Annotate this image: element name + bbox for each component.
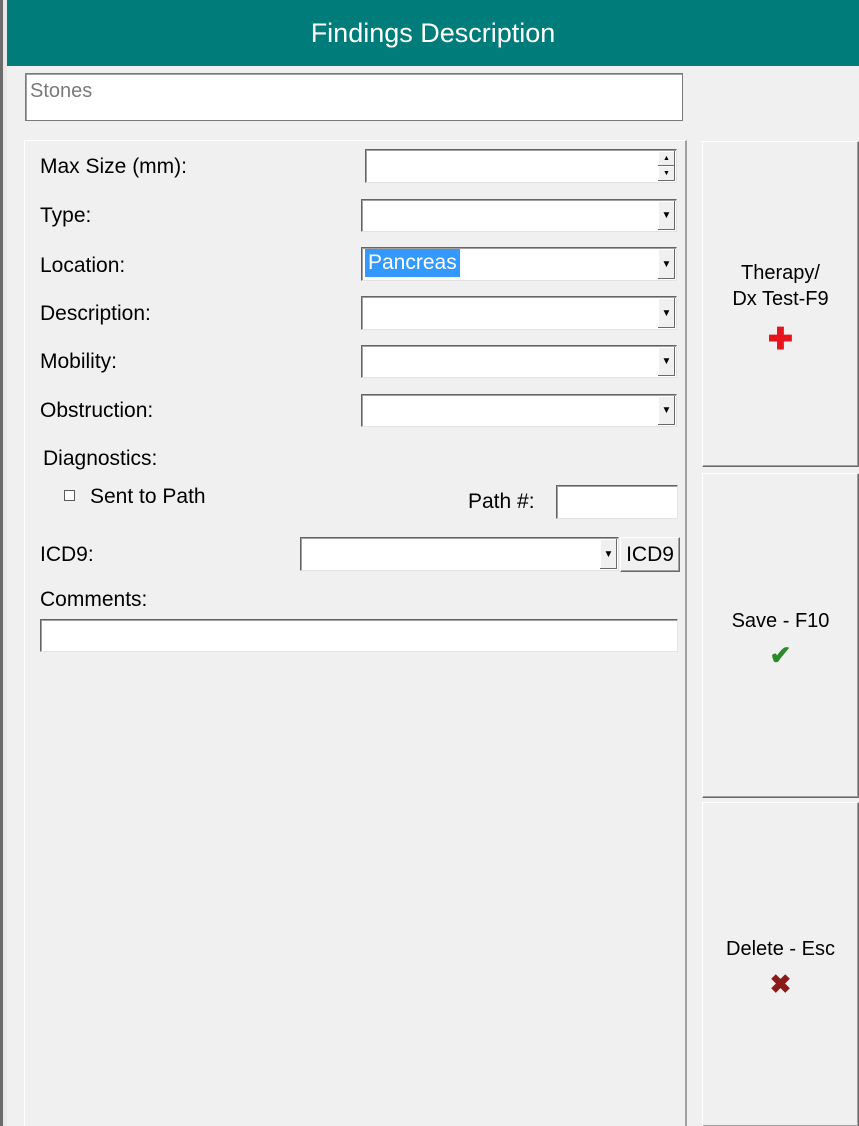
window-title: Findings Description [310,17,556,48]
spin-up-icon[interactable]: ▲ [658,151,675,166]
icd9-lookup-button[interactable]: ICD9 [620,537,680,572]
finding-name-text: Stones [30,80,93,102]
location-dropdown[interactable]: Pancreas ▼ [361,247,677,281]
path-number-label: Path #: [468,490,535,513]
chevron-down-icon[interactable]: ▼ [657,249,675,279]
obstruction-dropdown[interactable]: ▼ [361,394,677,427]
icd9-button-label: ICD9 [626,542,674,566]
comments-label: Comments: [40,588,148,611]
chevron-down-icon[interactable]: ▼ [599,539,617,569]
location-label: Location: [40,254,126,277]
description-label: Description: [40,302,151,325]
findings-form-panel: Max Size (mm): ▲ ▼ Type: ▼ Location: Pan… [24,140,687,1126]
chevron-down-icon[interactable]: ▼ [657,396,675,425]
therapy-line1: Therapy/ [741,262,820,284]
title-bar: Findings Description [7,0,859,66]
chevron-down-icon[interactable]: ▼ [657,347,675,376]
therapy-line2: Dx Test-F9 [732,288,829,310]
description-dropdown[interactable]: ▼ [361,296,677,330]
chevron-down-icon[interactable]: ▼ [657,201,675,230]
path-number-input[interactable] [556,485,678,519]
max-size-label: Max Size (mm): [40,155,187,178]
therapy-dx-test-button[interactable]: Therapy/ Dx Test-F9 ✚ [702,141,859,467]
checkmark-icon: ✔ [769,640,792,670]
delete-button[interactable]: Delete - Esc ✖ [702,802,859,1126]
obstruction-label: Obstruction: [40,399,154,422]
sent-to-path-label[interactable]: Sent to Path [90,485,206,509]
spin-down-icon[interactable]: ▼ [658,166,675,181]
max-size-spinner[interactable]: ▲ ▼ [365,149,677,183]
save-label: Save - F10 [731,610,830,632]
red-cross-icon: ✚ [767,323,794,356]
max-size-spin-buttons: ▲ ▼ [658,151,675,181]
icd9-dropdown[interactable]: ▼ [300,537,619,571]
x-icon: ✖ [769,969,792,999]
delete-label: Delete - Esc [726,938,835,960]
icd9-label: ICD9: [40,543,94,566]
sent-to-path-checkbox[interactable] [64,490,75,501]
type-dropdown[interactable]: ▼ [361,199,677,232]
mobility-label: Mobility: [40,350,118,373]
type-label: Type: [40,204,92,227]
diagnostics-label: Diagnostics: [43,447,158,470]
comments-input[interactable] [40,619,678,652]
mobility-dropdown[interactable]: ▼ [361,345,677,378]
location-value: Pancreas [365,249,460,277]
finding-name-field: Stones [25,73,683,121]
window-border-inner [3,0,7,1126]
save-button[interactable]: Save - F10 ✔ [702,473,859,798]
chevron-down-icon[interactable]: ▼ [657,298,675,328]
